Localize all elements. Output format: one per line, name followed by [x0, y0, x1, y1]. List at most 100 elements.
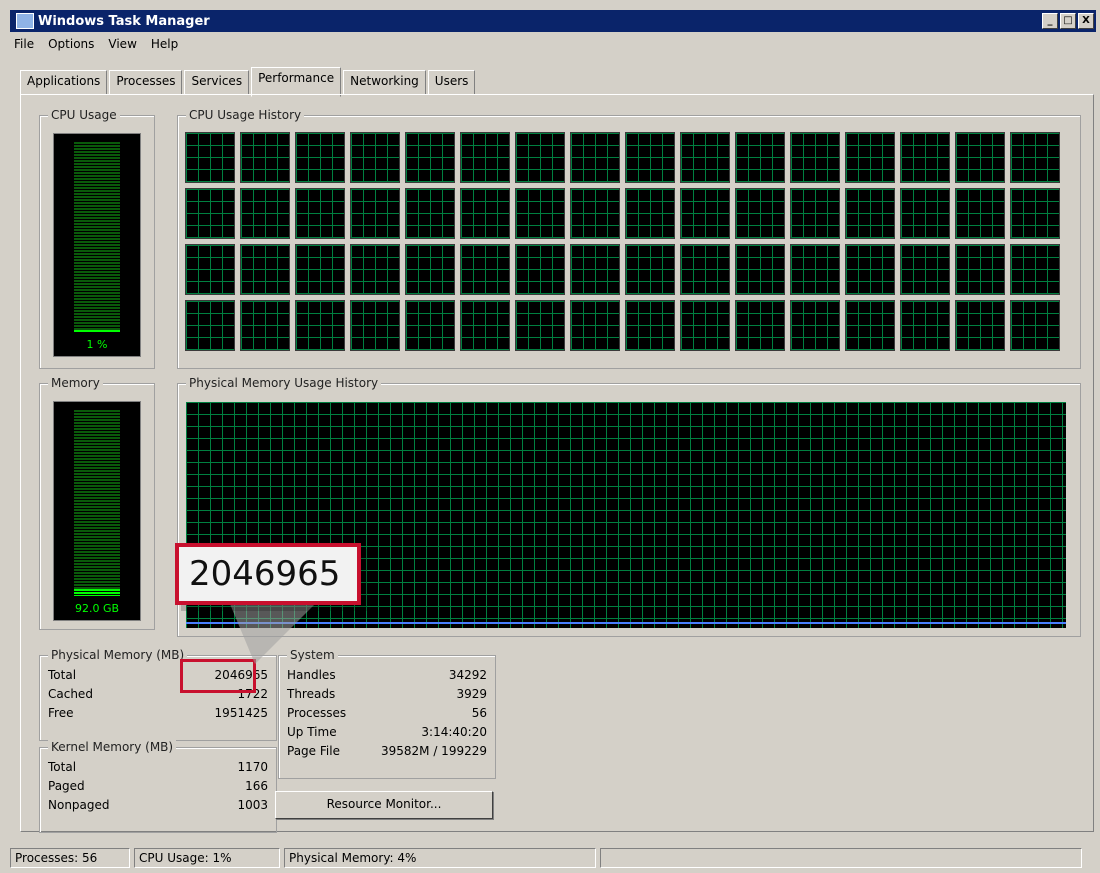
- tab-users[interactable]: Users: [427, 70, 476, 95]
- cpu-core-graph: [955, 188, 1005, 239]
- cpu-core-graph: [460, 244, 510, 295]
- cpu-core-graph: [350, 300, 400, 351]
- menu-bar: File Options View Help: [14, 37, 178, 51]
- status-processes: Processes: 56: [10, 848, 130, 868]
- cpu-usage-group: CPU Usage 1 %: [39, 108, 155, 369]
- cpu-core-graph: [625, 188, 675, 239]
- cpu-core-graph: [625, 244, 675, 295]
- cpu-core-graph: [955, 132, 1005, 183]
- cpu-core-graph: [790, 188, 840, 239]
- cpu-core-graph: [515, 188, 565, 239]
- menu-help[interactable]: Help: [151, 37, 178, 51]
- cpu-core-graph: [350, 188, 400, 239]
- cpu-core-graph: [735, 244, 785, 295]
- cpu-core-graph: [1010, 300, 1060, 351]
- cpu-usage-label: CPU Usage: [48, 108, 120, 122]
- resource-monitor-button[interactable]: Resource Monitor...: [275, 791, 493, 819]
- cpu-core-graph: [790, 132, 840, 183]
- cpu-core-graph: [1010, 132, 1060, 183]
- status-bar: Processes: 56 CPU Usage: 1% Physical Mem…: [10, 848, 1090, 870]
- cpu-core-graph: [845, 188, 895, 239]
- cpu-core-graph: [735, 132, 785, 183]
- cpu-core-graph: [570, 300, 620, 351]
- cpu-core-graph: [845, 132, 895, 183]
- kernel-memory-group: Kernel Memory (MB) Total 1170 Paged 166 No…: [39, 740, 277, 833]
- memory-gauge: 92.0 GB: [53, 401, 141, 621]
- cpu-core-graph: [1010, 188, 1060, 239]
- stat-row: Processes 56: [287, 706, 487, 720]
- stat-row: Free 1951425: [48, 706, 268, 720]
- cpu-core-graph: [185, 300, 235, 351]
- tab-strip: Applications Processes Services Performa…: [20, 67, 477, 97]
- maximize-button[interactable]: □: [1060, 13, 1076, 29]
- cpu-core-graph: [790, 244, 840, 295]
- cpu-core-graph: [570, 188, 620, 239]
- stat-row: Up Time 3:14:40:20: [287, 725, 487, 739]
- stat-row: Nonpaged 1003: [48, 798, 268, 812]
- cpu-core-graph: [460, 300, 510, 351]
- stat-row: Handles 34292: [287, 668, 487, 682]
- cpu-core-graph: [900, 188, 950, 239]
- cpu-core-graph: [295, 300, 345, 351]
- cpu-core-graph: [405, 188, 455, 239]
- stat-row: Total 1170: [48, 760, 268, 774]
- menu-view[interactable]: View: [108, 37, 136, 51]
- cpu-usage-gauge: 1 %: [53, 133, 141, 357]
- task-manager-icon: [16, 13, 34, 29]
- zoom-callout-value: 2046965: [175, 543, 361, 605]
- tab-networking[interactable]: Networking: [343, 70, 426, 95]
- physical-memory-label: Physical Memory (MB): [48, 648, 188, 662]
- tab-services[interactable]: Services: [184, 70, 250, 95]
- cpu-core-graph: [295, 244, 345, 295]
- cpu-core-graph: [405, 132, 455, 183]
- status-empty-pane: [600, 848, 1082, 868]
- close-button[interactable]: X: [1078, 13, 1094, 29]
- cpu-history-label: CPU Usage History: [186, 108, 305, 122]
- cpu-core-graph: [350, 132, 400, 183]
- cpu-core-graph: [680, 244, 730, 295]
- cpu-core-graph: [680, 300, 730, 351]
- cpu-core-graph: [185, 244, 235, 295]
- memory-history-label: Physical Memory Usage History: [186, 376, 382, 390]
- cpu-core-graph: [240, 300, 290, 351]
- performance-panel: CPU Usage 1 % CPU Usage History Memory 9…: [20, 94, 1094, 833]
- cpu-core-graph: [680, 132, 730, 183]
- cpu-core-graph: [295, 188, 345, 239]
- highlight-total-box: [180, 659, 256, 693]
- status-cpu-usage: CPU Usage: 1%: [134, 848, 280, 868]
- system-group: System Handles 34292 Threads 3929 Processe…: [278, 648, 496, 779]
- cpu-core-graph: [405, 244, 455, 295]
- menu-file[interactable]: File: [14, 37, 34, 51]
- tab-performance[interactable]: Performance: [251, 67, 342, 97]
- title-bar: Windows Task Manager _ □ X: [10, 10, 1096, 32]
- cpu-core-graph: [515, 132, 565, 183]
- cpu-core-graph: [845, 300, 895, 351]
- cpu-core-graph: [1010, 244, 1060, 295]
- tab-applications[interactable]: Applications: [20, 70, 108, 95]
- memory-group: Memory 92.0 GB: [39, 376, 155, 630]
- cpu-core-graph: [240, 244, 290, 295]
- cpu-core-graph: [515, 244, 565, 295]
- cpu-core-graph: [460, 188, 510, 239]
- menu-options[interactable]: Options: [48, 37, 94, 51]
- cpu-core-graph: [900, 244, 950, 295]
- cpu-core-graph: [240, 132, 290, 183]
- cpu-core-graph: [955, 244, 1005, 295]
- cpu-core-graph: [295, 132, 345, 183]
- window-title: Windows Task Manager: [38, 13, 210, 29]
- memory-value: 92.0 GB: [74, 602, 120, 615]
- zoom-callout-pointer: [230, 604, 315, 664]
- minimize-button[interactable]: _: [1042, 13, 1058, 29]
- cpu-core-graph: [735, 188, 785, 239]
- cpu-core-graph: [460, 132, 510, 183]
- cpu-core-graph: [515, 300, 565, 351]
- cpu-core-graph: [185, 132, 235, 183]
- kernel-memory-label: Kernel Memory (MB): [48, 740, 177, 754]
- cpu-core-graph: [625, 132, 675, 183]
- cpu-core-graph: [735, 300, 785, 351]
- cpu-core-graph: [405, 300, 455, 351]
- stat-row: Threads 3929: [287, 687, 487, 701]
- tab-processes[interactable]: Processes: [109, 70, 183, 95]
- cpu-core-graph: [900, 132, 950, 183]
- status-physical-memory: Physical Memory: 4%: [284, 848, 596, 868]
